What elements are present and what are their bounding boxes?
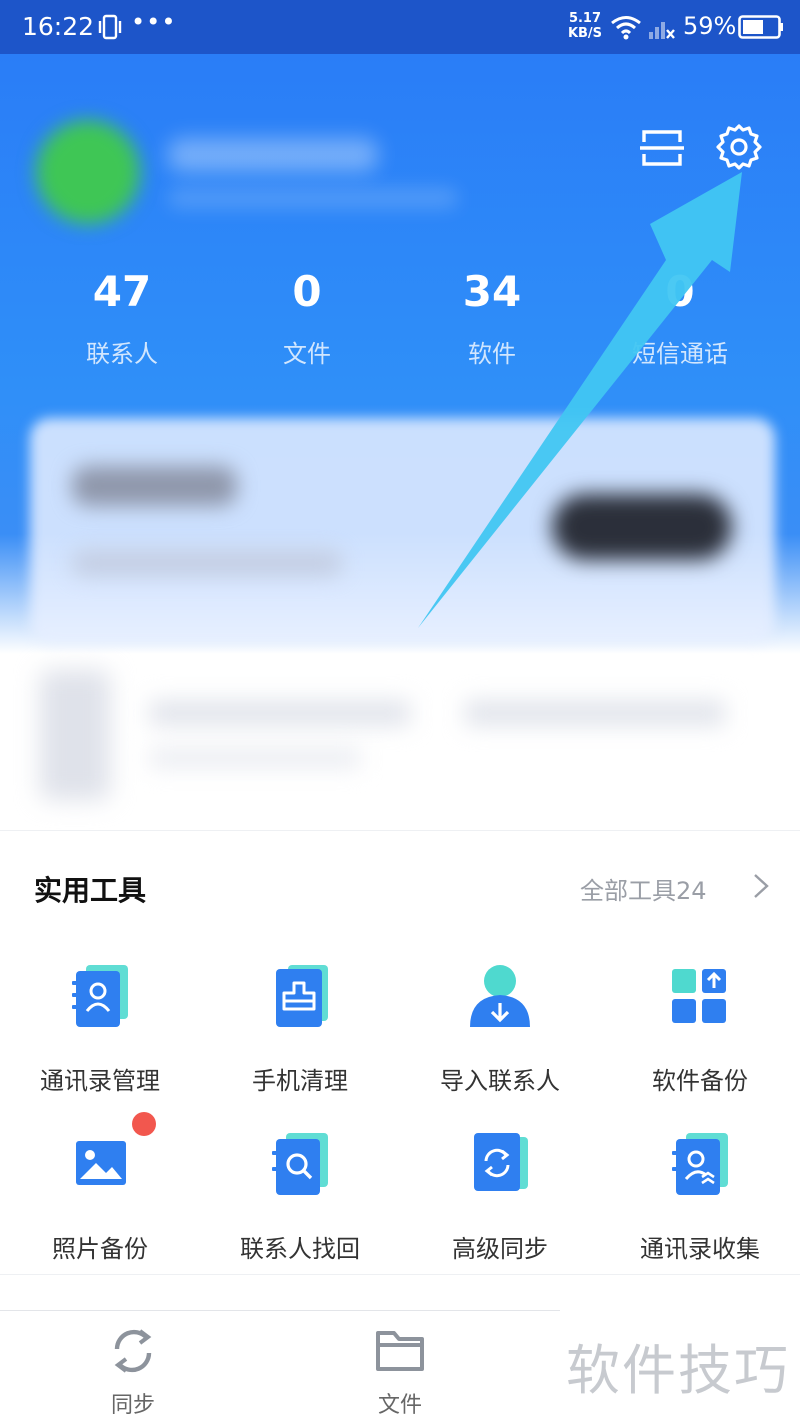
watermark: 软件技巧 — [566, 1339, 790, 1402]
chevron-right-icon[interactable] — [752, 873, 770, 899]
battery-percent: 59% — [683, 12, 737, 40]
promo-subtitle-blurred — [72, 550, 342, 576]
photo-backup-icon — [76, 1141, 126, 1185]
status-time: 16:22 — [22, 12, 95, 41]
advanced-sync-icon — [474, 1133, 528, 1191]
network-speed: 5.17 KB/S — [567, 11, 603, 41]
stats-row: 47 联系人 0 文件 34 软件 0 短信通话 — [0, 262, 800, 372]
tool-import-contacts[interactable]: 导入联系人 — [400, 963, 600, 1095]
blurred-row-subtext — [150, 748, 360, 768]
battery-icon — [738, 15, 783, 39]
tool-advanced-sync[interactable]: 高级同步 — [400, 1131, 600, 1263]
contacts-book-icon — [72, 965, 128, 1027]
contact-recover-icon — [272, 1133, 328, 1195]
blurred-row-icon — [40, 670, 110, 800]
stat-apps[interactable]: 34 软件 — [402, 262, 582, 369]
tool-phone-clean[interactable]: 手机清理 — [200, 963, 400, 1095]
tool-contacts-collect[interactable]: 通讯录收集 — [600, 1131, 800, 1263]
stat-contacts[interactable]: 47 联系人 — [32, 262, 212, 369]
app-backup-icon — [672, 969, 726, 1023]
section-divider — [0, 1274, 800, 1310]
status-bar: 16:22 ••• 5.17 KB/S 59% — [0, 0, 800, 54]
phone-clean-icon — [276, 965, 328, 1027]
promo-button-blurred[interactable] — [552, 494, 732, 560]
promo-title-blurred — [72, 466, 237, 506]
more-notifications-icon: ••• — [131, 8, 177, 36]
tools-title: 实用工具 — [34, 874, 147, 907]
account-name-blurred — [168, 138, 378, 172]
notification-badge — [132, 1112, 156, 1136]
tools-section: 实用工具 全部工具24 通讯录管理 手机清理 导入联系人 软件备份 照片备份 联… — [0, 830, 800, 1275]
all-tools-link[interactable]: 全部工具24 — [580, 871, 707, 906]
tool-photo-backup[interactable]: 照片备份 — [0, 1131, 200, 1263]
contacts-collect-icon — [672, 1133, 728, 1195]
account-info-blurred — [168, 188, 458, 208]
nav-tab-files[interactable]: 文件 — [330, 1325, 470, 1421]
import-contact-icon — [470, 965, 530, 1027]
avatar[interactable] — [36, 120, 140, 224]
signal-icon — [649, 22, 675, 39]
tool-contact-recover[interactable]: 联系人找回 — [200, 1131, 400, 1263]
tool-app-backup[interactable]: 软件备份 — [600, 963, 800, 1095]
wifi-icon — [611, 16, 641, 40]
scan-icon[interactable] — [638, 126, 686, 170]
bottom-nav: 同步 文件 — [0, 1310, 560, 1422]
vibrate-icon — [98, 14, 122, 40]
folder-icon — [376, 1331, 424, 1371]
settings-gear-icon[interactable] — [714, 122, 764, 172]
stat-sms-calls[interactable]: 0 短信通话 — [590, 262, 770, 369]
nav-tab-sync[interactable]: 同步 — [63, 1325, 203, 1421]
tool-contacts-manage[interactable]: 通讯录管理 — [0, 963, 200, 1095]
stat-files[interactable]: 0 文件 — [217, 262, 397, 369]
blurred-row-text — [150, 700, 410, 726]
blurred-row-text-2 — [465, 700, 725, 726]
sync-icon — [114, 1329, 152, 1373]
